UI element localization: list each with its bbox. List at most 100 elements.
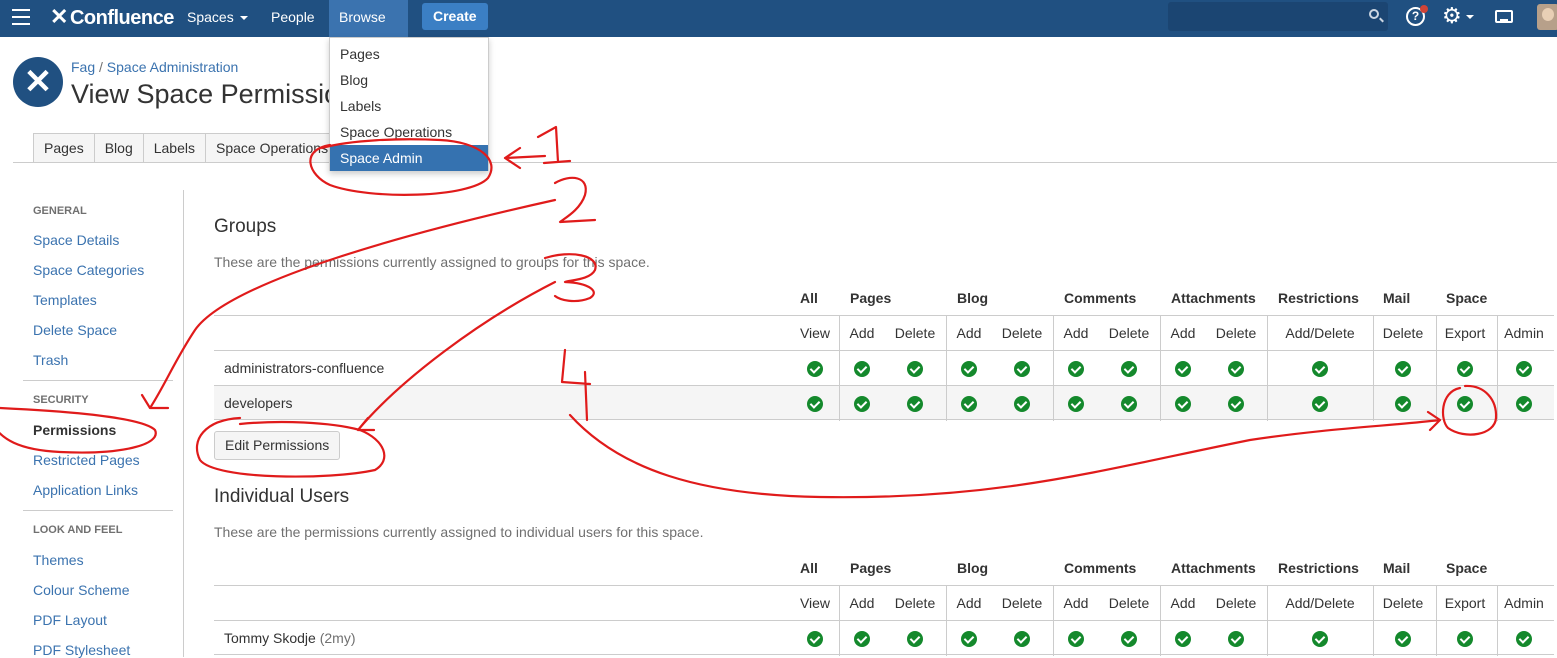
create-button[interactable]: Create: [422, 3, 488, 30]
breadcrumb-space-link[interactable]: Fag: [71, 59, 95, 75]
browse-dropdown-menu: Pages Blog Labels Space Operations Space…: [329, 37, 489, 171]
check-icon: [1175, 361, 1191, 377]
sidebar-divider: [23, 380, 173, 381]
column-divider: [946, 316, 947, 351]
column-divider: [1053, 621, 1054, 656]
check-icon: [854, 361, 870, 377]
column-subheader: Add/Delete: [1285, 325, 1355, 341]
space-tabs: Pages Blog Labels Space Operations: [33, 133, 332, 163]
sidebar-item-restricted-pages[interactable]: Restricted Pages: [33, 452, 140, 468]
column-divider: [946, 351, 947, 386]
check-icon: [807, 361, 823, 377]
column-header: Attachments: [1171, 290, 1256, 306]
check-icon: [1312, 396, 1328, 412]
table-row: administrators-confluence: [214, 350, 1554, 386]
check-icon: [1121, 396, 1137, 412]
nav-browse[interactable]: Browse: [329, 0, 408, 55]
column-subheader: Delete: [1215, 325, 1257, 341]
annotation-arrow-1: [503, 146, 547, 170]
breadcrumb-separator: /: [99, 59, 103, 75]
column-divider: [839, 386, 840, 421]
menu-icon[interactable]: [12, 9, 30, 25]
column-divider: [839, 316, 840, 351]
tab-space-operations[interactable]: Space Operations: [205, 133, 332, 163]
sidebar-item-colour-scheme[interactable]: Colour Scheme: [33, 582, 130, 598]
sidebar-item-space-details[interactable]: Space Details: [33, 232, 119, 248]
page-title: View Space Permissions: [71, 79, 329, 109]
column-divider: [1267, 316, 1268, 351]
column-header: Comments: [1064, 290, 1137, 306]
check-icon: [1121, 631, 1137, 647]
check-icon: [1014, 361, 1030, 377]
check-icon: [1014, 631, 1030, 647]
group-name: administrators-confluence: [224, 360, 385, 376]
breadcrumb: Fag / Space Administration: [71, 59, 238, 75]
column-divider: [946, 386, 947, 421]
sidebar-item-templates[interactable]: Templates: [33, 292, 97, 308]
check-icon: [854, 631, 870, 647]
inbox-icon[interactable]: [1495, 10, 1513, 23]
column-divider: [1053, 316, 1054, 351]
breadcrumb-space-admin-link[interactable]: Space Administration: [107, 59, 239, 75]
tab-pages[interactable]: Pages: [33, 133, 94, 163]
menu-item-space-admin[interactable]: Space Admin: [330, 145, 488, 171]
column-header: All: [800, 290, 818, 306]
groups-heading: Groups: [214, 216, 277, 237]
check-icon: [1228, 396, 1244, 412]
sidebar-item-permissions[interactable]: Permissions: [33, 422, 116, 438]
edit-permissions-button[interactable]: Edit Permissions: [214, 431, 341, 460]
tabs-divider: [13, 162, 1557, 163]
column-divider: [1436, 386, 1437, 421]
individual-users-heading: Individual Users: [214, 486, 350, 507]
gear-icon[interactable]: ⚙: [1442, 4, 1462, 28]
sidebar-item-space-categories[interactable]: Space Categories: [33, 262, 144, 278]
chevron-down-icon: [239, 16, 248, 21]
nav-people[interactable]: People: [261, 0, 325, 37]
column-divider: [1160, 621, 1161, 656]
user-name[interactable]: Tommy Skodje: [224, 630, 320, 646]
sidebar-item-application-links[interactable]: Application Links: [33, 482, 138, 498]
tab-labels[interactable]: Labels: [142, 133, 205, 163]
column-divider: [1373, 351, 1374, 386]
column-header: Space: [1446, 560, 1488, 576]
sidebar-item-themes[interactable]: Themes: [33, 552, 84, 568]
column-header: Mail: [1383, 290, 1411, 306]
sidebar-item-pdf-layout[interactable]: PDF Layout: [33, 612, 107, 628]
column-divider: [1497, 316, 1498, 351]
nav-spaces[interactable]: Spaces: [177, 0, 258, 37]
column-divider: [1267, 621, 1268, 656]
check-icon: [1228, 361, 1244, 377]
check-icon: [907, 361, 923, 377]
column-subheader: Delete: [1215, 595, 1257, 611]
column-header: Blog: [957, 290, 989, 306]
search-input[interactable]: [1168, 2, 1388, 31]
confluence-logo[interactable]: ✕ Confluence: [50, 4, 174, 30]
check-icon: [1516, 631, 1532, 647]
column-divider: [1436, 621, 1437, 656]
check-icon: [1068, 361, 1084, 377]
check-icon: [1395, 396, 1411, 412]
column-divider: [1436, 316, 1437, 351]
menu-item-space-operations[interactable]: Space Operations: [330, 119, 488, 145]
column-header: Restrictions: [1278, 560, 1359, 576]
column-header: Space: [1446, 290, 1488, 306]
sidebar-item-pdf-stylesheet[interactable]: PDF Stylesheet: [33, 642, 130, 658]
check-icon: [1312, 361, 1328, 377]
menu-item-labels[interactable]: Labels: [330, 93, 488, 119]
sidebar-item-trash[interactable]: Trash: [33, 352, 68, 368]
check-icon: [1228, 631, 1244, 647]
column-divider: [1373, 586, 1374, 621]
sidebar-item-delete-space[interactable]: Delete Space: [33, 322, 117, 338]
column-divider: [1160, 586, 1161, 621]
check-icon: [1457, 631, 1473, 647]
menu-item-pages[interactable]: Pages: [330, 41, 488, 67]
column-divider: [1373, 316, 1374, 351]
menu-item-blog[interactable]: Blog: [330, 67, 488, 93]
check-icon: [961, 631, 977, 647]
column-divider: [1053, 351, 1054, 386]
avatar[interactable]: [1537, 4, 1557, 30]
space-logo[interactable]: ✕: [13, 57, 63, 107]
tab-blog[interactable]: Blog: [93, 133, 143, 163]
column-header: Restrictions: [1278, 290, 1359, 306]
group-name: developers: [224, 395, 293, 411]
